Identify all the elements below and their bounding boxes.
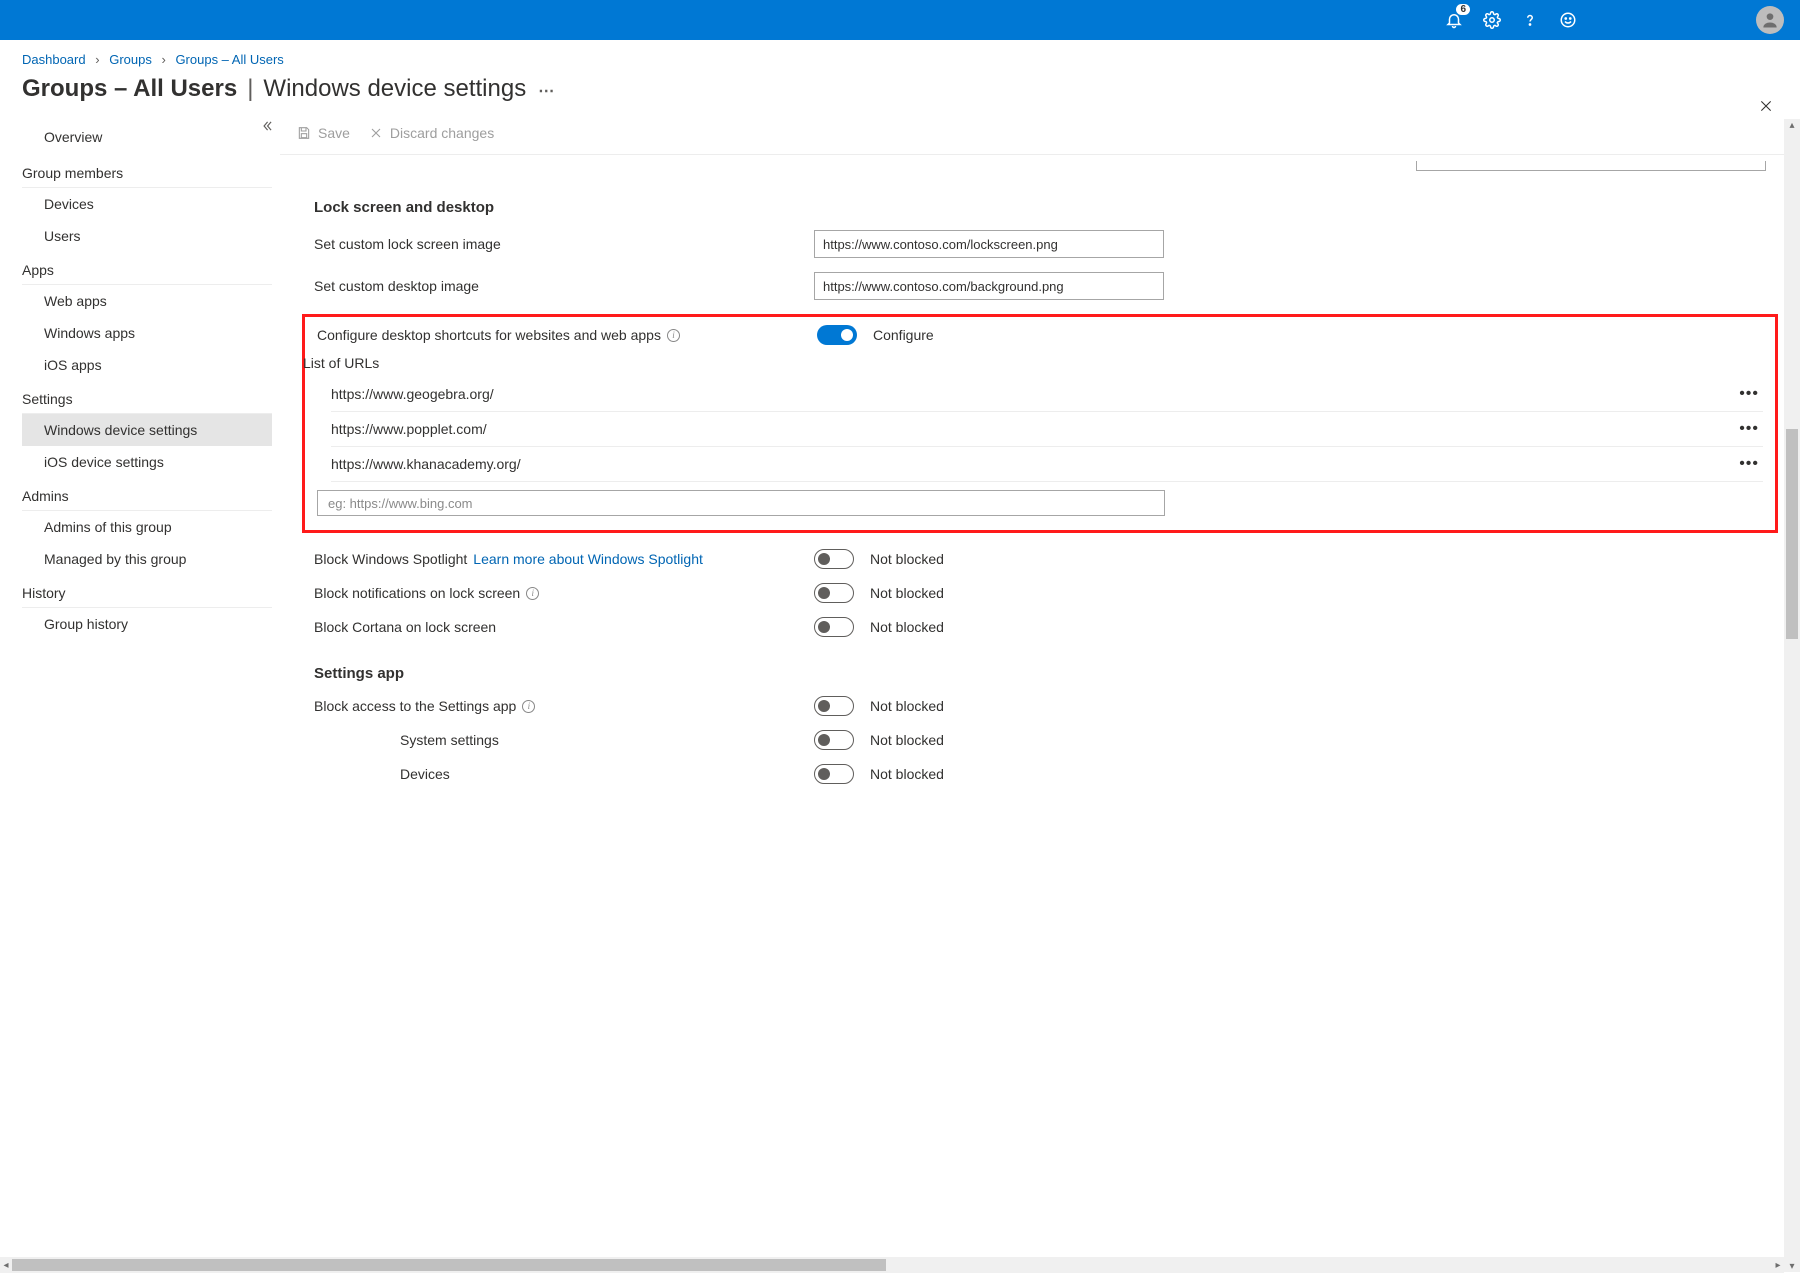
collapse-sidebar-icon[interactable] (260, 119, 274, 136)
sidebar-item-web-apps[interactable]: Web apps (22, 285, 272, 317)
url-list: https://www.geogebra.org/ ••• https://ww… (331, 377, 1763, 516)
user-avatar[interactable] (1756, 6, 1784, 34)
toggle-block-notifications[interactable] (814, 583, 854, 603)
sidebar-item-group-history[interactable]: Group history (22, 608, 272, 640)
input-desktop-image[interactable] (814, 272, 1164, 300)
info-icon[interactable]: i (526, 587, 539, 600)
blade-header: Dashboard › Groups › Groups – All Users … (0, 40, 1800, 119)
input-add-url[interactable] (317, 490, 1165, 516)
sidebar-item-managed-by[interactable]: Managed by this group (22, 543, 272, 575)
sidebar-item-overview[interactable]: Overview (22, 119, 272, 155)
page-title: Groups – All Users | Windows device sett… (22, 75, 554, 103)
sidebar-section-members: Group members (22, 155, 272, 188)
help-icon[interactable] (1520, 10, 1540, 30)
sidebar-item-ios-settings[interactable]: iOS device settings (22, 446, 272, 478)
sidebar-item-devices[interactable]: Devices (22, 188, 272, 220)
label-devices-settings: Devices (314, 766, 814, 782)
sidebar-section-apps: Apps (22, 252, 272, 285)
breadcrumb-current[interactable]: Groups – All Users (175, 52, 283, 67)
sidebar: Overview Group members Devices Users App… (0, 119, 280, 1272)
sidebar-item-users[interactable]: Users (22, 220, 272, 252)
toggle-system-settings[interactable] (814, 730, 854, 750)
save-button[interactable]: Save (296, 125, 350, 141)
toggle-devices-settings[interactable] (814, 764, 854, 784)
info-icon[interactable]: i (667, 329, 680, 342)
clipped-field[interactable] (1416, 161, 1766, 171)
horizontal-scrollbar[interactable]: ◂ ▸ (0, 1257, 1784, 1273)
label-block-spotlight: Block Windows Spotlight Learn more about… (314, 551, 814, 567)
url-item-menu-icon[interactable]: ••• (1739, 420, 1763, 438)
label-desktop-image: Set custom desktop image (314, 278, 814, 294)
url-item: https://www.geogebra.org/ ••• (331, 377, 1763, 412)
highlight-shortcuts-box: Configure desktop shortcuts for websites… (302, 314, 1778, 533)
breadcrumb: Dashboard › Groups › Groups – All Users (22, 52, 1778, 67)
sidebar-item-ios-apps[interactable]: iOS apps (22, 349, 272, 381)
toggle-configure-shortcuts[interactable] (817, 325, 857, 345)
toggle-block-spotlight[interactable] (814, 549, 854, 569)
toggle-block-settings-app[interactable] (814, 696, 854, 716)
label-configure-shortcuts: Configure desktop shortcuts for websites… (317, 327, 817, 343)
sidebar-item-windows-settings[interactable]: Windows device settings (22, 414, 272, 446)
link-spotlight-learn-more[interactable]: Learn more about Windows Spotlight (473, 551, 703, 567)
label-block-settings-app: Block access to the Settings app i (314, 698, 814, 714)
url-item: https://www.popplet.com/ ••• (331, 412, 1763, 447)
vertical-scrollbar[interactable]: ▴ ▾ (1784, 119, 1800, 1272)
section-lock-desktop: Lock screen and desktop (314, 199, 1766, 216)
feedback-smile-icon[interactable] (1558, 10, 1578, 30)
sidebar-section-history: History (22, 575, 272, 608)
section-settings-app: Settings app (314, 665, 1766, 682)
label-lock-image: Set custom lock screen image (314, 236, 814, 252)
notification-badge: 6 (1456, 4, 1470, 15)
url-item: https://www.khanacademy.org/ ••• (331, 447, 1763, 482)
label-list-urls: List of URLs (303, 355, 1763, 371)
settings-gear-icon[interactable] (1482, 10, 1502, 30)
discard-button[interactable]: Discard changes (368, 125, 494, 141)
info-icon[interactable]: i (522, 700, 535, 713)
url-item-menu-icon[interactable]: ••• (1739, 385, 1763, 403)
input-lock-image[interactable] (814, 230, 1164, 258)
scrollbar-thumb[interactable] (12, 1259, 886, 1271)
notifications-icon[interactable]: 6 (1444, 10, 1464, 30)
toggle-block-cortana[interactable] (814, 617, 854, 637)
sidebar-item-windows-apps[interactable]: Windows apps (22, 317, 272, 349)
close-blade-button[interactable] (1758, 98, 1774, 119)
top-bar: 6 (0, 0, 1800, 40)
label-system-settings: System settings (314, 732, 814, 748)
title-more-icon[interactable]: ⋯ (538, 81, 554, 101)
label-block-notifications: Block notifications on lock screen i (314, 585, 814, 601)
content-pane: Save Discard changes Lock screen and des… (280, 119, 1800, 1272)
command-bar: Save Discard changes (280, 119, 1800, 155)
breadcrumb-groups[interactable]: Groups (109, 52, 152, 67)
sidebar-section-admins: Admins (22, 478, 272, 511)
toggle-configure-label: Configure (873, 327, 934, 343)
sidebar-item-admins-of[interactable]: Admins of this group (22, 511, 272, 543)
breadcrumb-dashboard[interactable]: Dashboard (22, 52, 86, 67)
label-block-cortana: Block Cortana on lock screen (314, 619, 814, 635)
sidebar-section-settings: Settings (22, 381, 272, 414)
scrollbar-thumb[interactable] (1786, 429, 1798, 639)
url-item-menu-icon[interactable]: ••• (1739, 455, 1763, 473)
